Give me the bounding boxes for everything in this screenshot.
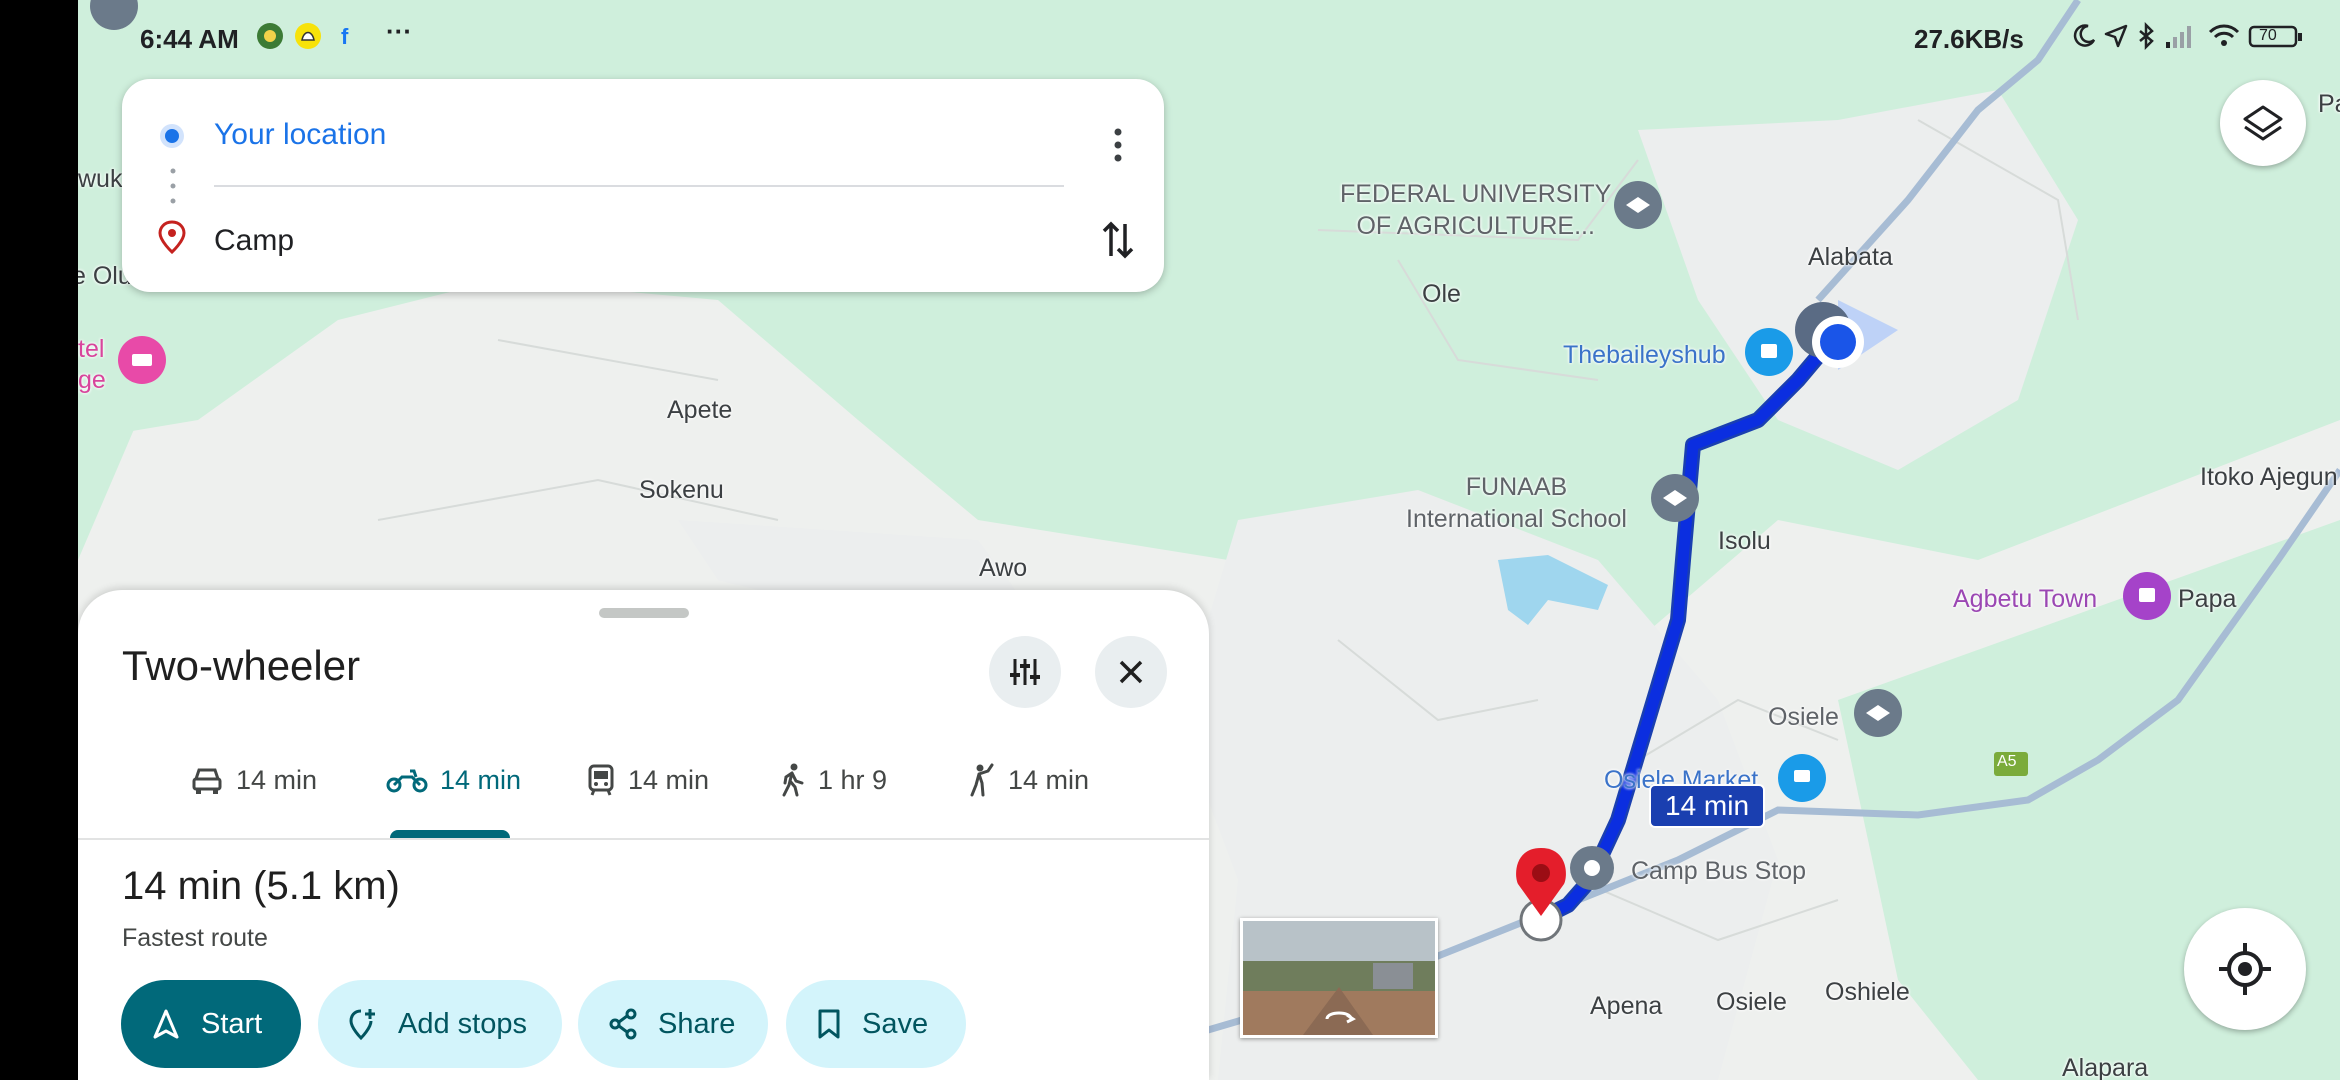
sheet-title: Two-wheeler [122, 642, 361, 689]
map-label-edge-ge: ge [78, 366, 106, 394]
map-label-edge-pa: Pa [2318, 90, 2340, 118]
chrome-icon [256, 22, 286, 52]
snapchat-icon [294, 22, 324, 52]
street-view-image [1243, 921, 1435, 1035]
mode-tab-ride-hail[interactable]: 14 min [968, 758, 1089, 802]
svg-text:f: f [341, 24, 349, 49]
map-label-funaab-school[interactable]: FUNAAB International School [1406, 471, 1627, 535]
map-label-edge-tel: tel [78, 335, 105, 363]
mode-divider [78, 838, 1209, 840]
map-label-osiele: Osiele [1768, 703, 1839, 731]
map-label-isolu: Isolu [1718, 527, 1771, 555]
share-button[interactable]: Share [578, 980, 768, 1068]
bluetooth-icon [2132, 21, 2162, 52]
mode-tab-two-wheeler[interactable]: 14 min [386, 758, 521, 802]
mode-tab-transit[interactable]: 14 min [586, 758, 709, 802]
battery-icon: 70 [2248, 22, 2304, 52]
facebook-icon: f [332, 22, 362, 52]
mode-time: 14 min [628, 764, 710, 795]
map-label-line: FEDERAL UNIVERSITY [1340, 180, 1612, 208]
maps-screen: FEDERAL UNIVERSITY OF AGRICULTURE... Ole… [78, 0, 2340, 1080]
map-label-federal-university[interactable]: FEDERAL UNIVERSITY OF AGRICULTURE... [1340, 178, 1611, 242]
transit-icon [588, 764, 614, 796]
map-label-line: OF AGRICULTURE... [1356, 212, 1595, 240]
road-shield-a5: A5 [1997, 753, 2017, 770]
map-label-sokenu: Sokenu [639, 476, 724, 504]
save-button[interactable]: Save [786, 980, 966, 1068]
share-icon [609, 1008, 637, 1040]
location-arrow-icon [2102, 22, 2132, 52]
car-icon [192, 768, 222, 794]
bookmark-icon [818, 1009, 840, 1039]
street-view-thumbnail[interactable] [1240, 918, 1438, 1038]
tune-icon [1010, 659, 1040, 685]
destination-field[interactable]: Camp [214, 224, 294, 258]
map-label-thebaileyshub[interactable]: Thebaileyshub [1563, 341, 1726, 370]
mode-tab-walk[interactable]: 1 hr 9 [780, 758, 887, 802]
map-label-osiele-south: Osiele [1716, 988, 1787, 1016]
mode-time: 14 min [236, 764, 318, 795]
map-label-line: International School [1406, 505, 1627, 533]
map-label-camp-bus-stop[interactable]: Camp Bus Stop [1631, 857, 1806, 886]
mode-time: 14 min [1008, 764, 1090, 795]
map-label-awo: Awo [979, 554, 1028, 582]
add-location-icon [349, 1009, 375, 1041]
status-network-speed: 27.6KB/s [1914, 24, 2024, 54]
wifi-icon [2208, 22, 2240, 52]
close-icon [1119, 660, 1143, 684]
mode-time: 14 min [440, 764, 522, 795]
status-more-notifications: ··· [386, 16, 412, 46]
destination-pin-icon [158, 220, 186, 259]
signal-icon [2164, 22, 2194, 52]
map-label-alapara: Alapara [2062, 1054, 2149, 1080]
mode-time: 1 hr 9 [818, 764, 888, 795]
start-label: Start [201, 1007, 263, 1040]
map-label-oshiele: Oshiele [1825, 978, 1910, 1006]
close-button[interactable] [1095, 636, 1167, 708]
battery-level: 70 [2259, 27, 2277, 44]
map-label-agbetu-town[interactable]: Agbetu Town [1953, 585, 2097, 614]
map-label-ole: Ole [1422, 280, 1461, 308]
sheet-drag-handle[interactable] [599, 608, 689, 618]
layers-icon [2243, 105, 2283, 141]
route-note: Fastest route [122, 924, 268, 952]
field-divider [214, 185, 1064, 187]
layers-button[interactable] [2220, 80, 2306, 166]
active-mode-indicator [390, 830, 510, 838]
map-label-apete: Apete [667, 396, 733, 424]
ride-hail-icon [970, 763, 994, 797]
map-label-line: FUNAAB [1465, 473, 1568, 501]
navigation-arrow-icon [153, 1009, 179, 1039]
more-options-icon[interactable] [1098, 115, 1138, 175]
route-eta-badge[interactable]: 14 min [1649, 784, 1766, 828]
add-stops-button[interactable]: Add stops [318, 980, 562, 1068]
directions-search-card: Your location Camp [122, 79, 1164, 292]
share-label: Share [658, 1007, 736, 1040]
walk-icon [782, 763, 804, 797]
mode-tab-drive[interactable]: 14 min [190, 758, 317, 802]
crosshair-icon [2219, 943, 2271, 995]
map-label-itoko-ajegun: Itoko Ajegun [2200, 463, 2338, 491]
origin-field[interactable]: Your location [214, 118, 386, 152]
route-dots-icon [170, 167, 176, 210]
save-label: Save [862, 1007, 929, 1040]
status-time: 6:44 AM [140, 24, 239, 54]
status-bar: 6:44 AM f ··· 27.6KB/s 70 [78, 0, 2340, 78]
motorcycle-icon [386, 769, 428, 793]
map-label-apena: Apena [1590, 992, 1663, 1020]
moon-icon [2070, 22, 2100, 52]
add-stops-label: Add stops [398, 1007, 527, 1040]
route-options-button[interactable] [989, 636, 1061, 708]
directions-bottom-sheet: Two-wheeler 14 min 14 min 14 min 1 hr 9 … [78, 590, 1209, 1080]
swap-directions-icon[interactable] [1098, 215, 1138, 265]
map-label-alabata: Alabata [1808, 243, 1893, 271]
map-label-papa: Papa [2178, 585, 2237, 613]
origin-dot-icon [158, 122, 186, 155]
recenter-location-button[interactable] [2184, 908, 2306, 1030]
start-button[interactable]: Start [121, 980, 301, 1068]
route-summary: 14 min (5.1 km) [122, 864, 400, 908]
